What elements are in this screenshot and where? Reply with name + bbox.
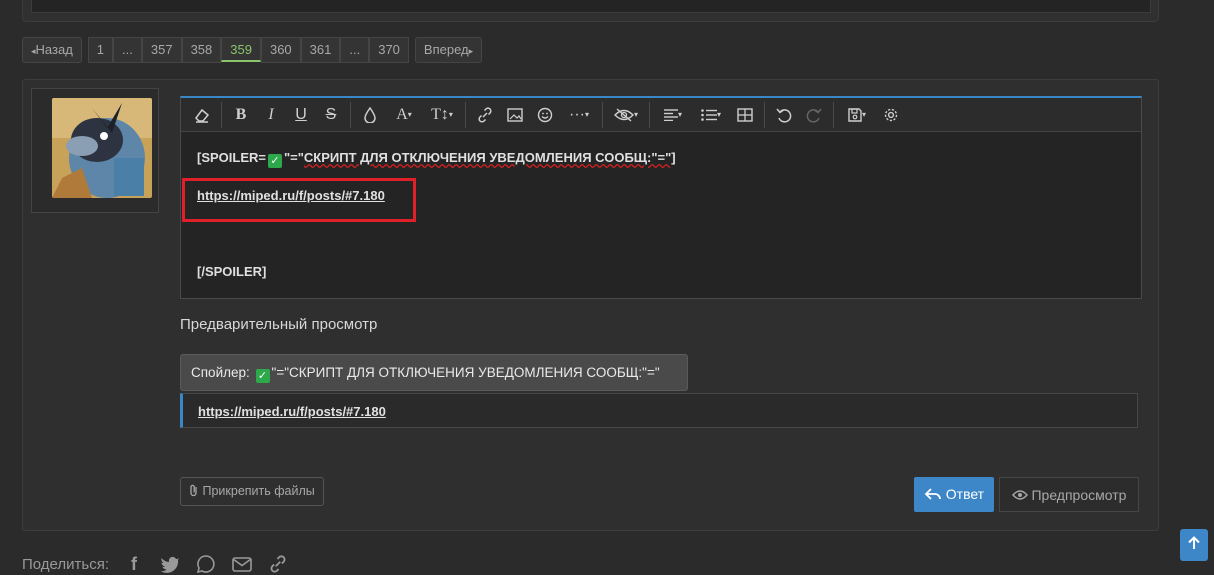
spoiler-close-tag: [/SPOILER] — [197, 264, 267, 279]
page-link-370[interactable]: 370 — [369, 37, 409, 63]
twitter-icon[interactable] — [159, 553, 181, 575]
share-bar: Поделиться: f — [22, 553, 289, 575]
underline-icon[interactable]: U — [286, 98, 316, 131]
page-ellipsis[interactable]: ... — [340, 37, 370, 63]
page-link-358[interactable]: 358 — [181, 37, 222, 63]
toolbar-divider — [649, 101, 650, 128]
eye-icon — [1011, 487, 1032, 503]
scroll-to-top-button[interactable] — [1180, 529, 1208, 561]
image-icon[interactable] — [500, 98, 530, 131]
arrow-up-icon — [1188, 535, 1200, 555]
font-size-icon[interactable]: T↕ ▾ — [423, 98, 461, 131]
checkmark-icon: ✓ — [268, 154, 282, 168]
strikethrough-icon[interactable]: S — [316, 98, 346, 131]
table-icon[interactable] — [730, 98, 760, 131]
checkmark-icon: ✓ — [255, 369, 270, 383]
reply-button[interactable]: Ответ — [914, 477, 994, 512]
preview-heading: Предварительный просмотр — [180, 316, 378, 333]
spoiler-toggle-button[interactable]: Спойлер: ✓ "="СКРИПТ ДЛЯ ОТКЛЮЧЕНИЯ УВЕДО… — [180, 354, 688, 391]
editor-toolbar: B I U S A ▾ T↕ ▾ ··· ▾ ▾ ▾ ▾ ▾ — [181, 98, 1141, 132]
redo-icon — [799, 98, 829, 131]
page-link-357[interactable]: 357 — [141, 37, 182, 63]
pagination: ◂Назад 1 ... 357 358 359 360 361 ... 370… — [22, 37, 483, 63]
hide-icon[interactable]: ▾ — [607, 98, 645, 131]
bold-icon[interactable]: B — [226, 98, 256, 131]
next-page-button[interactable]: Вперед▸ — [414, 37, 483, 63]
link-icon[interactable] — [267, 553, 289, 575]
preview-link[interactable]: https://miped.ru/f/posts/#7.180 — [198, 404, 386, 419]
align-icon[interactable]: ▾ — [654, 98, 692, 131]
whatsapp-icon[interactable] — [195, 553, 217, 575]
previous-post-block — [22, 0, 1159, 22]
preview-button[interactable]: Предпросмотр — [999, 477, 1139, 512]
page-ellipsis[interactable]: ... — [113, 37, 142, 63]
toolbar-divider — [465, 101, 466, 128]
list-icon[interactable]: ▾ — [692, 98, 730, 131]
facebook-icon[interactable]: f — [123, 553, 145, 575]
prev-page-button[interactable]: ◂Назад — [22, 37, 82, 63]
quick-reply-block: B I U S A ▾ T↕ ▾ ··· ▾ ▾ ▾ ▾ ▾ [SPOILER=… — [22, 79, 1159, 531]
drafts-icon[interactable]: ▾ — [838, 98, 876, 131]
previous-post-inner — [31, 0, 1151, 13]
font-family-icon[interactable]: A ▾ — [385, 98, 423, 131]
attach-files-button[interactable]: Прикрепить файлы — [180, 477, 324, 506]
more-icon[interactable]: ··· ▾ — [560, 98, 598, 131]
spoiler-open-tag: [SPOILER= ✓ "="СКРИПТ ДЛЯ ОТКЛЮЧЕНИЯ УВЕДО… — [197, 150, 676, 168]
email-icon[interactable] — [231, 553, 253, 575]
spoiler-content: https://miped.ru/f/posts/#7.180 — [180, 393, 1138, 428]
highlight-annotation — [182, 178, 416, 222]
page-link-1[interactable]: 1 — [87, 37, 114, 63]
chevron-right-icon: ▸ — [468, 46, 474, 56]
undo-icon[interactable] — [769, 98, 799, 131]
avatar[interactable] — [52, 98, 152, 198]
toolbar-divider — [764, 101, 765, 128]
toolbar-divider — [221, 101, 222, 128]
toolbar-divider — [350, 101, 351, 128]
toolbar-divider — [602, 101, 603, 128]
page-link-360[interactable]: 360 — [260, 37, 301, 63]
share-label: Поделиться: — [22, 555, 109, 573]
smile-icon[interactable] — [530, 98, 560, 131]
page-link-361[interactable]: 361 — [300, 37, 341, 63]
reply-icon — [924, 486, 946, 502]
paperclip-icon — [189, 484, 202, 498]
toolbar-divider — [833, 101, 834, 128]
color-icon[interactable] — [355, 98, 385, 131]
link-icon[interactable] — [470, 98, 500, 131]
italic-icon[interactable]: I — [256, 98, 286, 131]
settings-icon[interactable] — [876, 98, 906, 131]
avatar-frame — [31, 88, 159, 213]
eraser-icon[interactable] — [187, 98, 217, 131]
page-link-current[interactable]: 359 — [221, 37, 261, 62]
